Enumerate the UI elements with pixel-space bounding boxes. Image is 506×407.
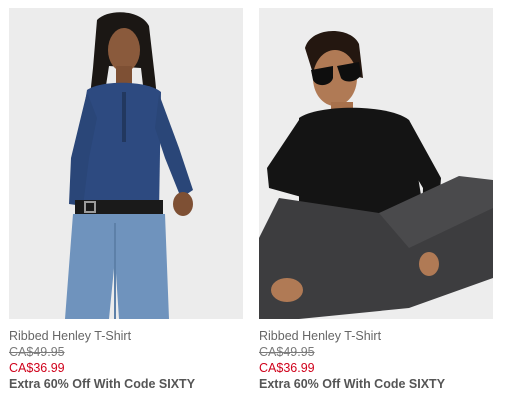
- promo-text: Extra 60% Off With Code SIXTY: [9, 377, 196, 391]
- product-image[interactable]: [9, 8, 243, 319]
- sale-price: CA$36.99: [259, 361, 315, 375]
- original-price: CA$49.95: [259, 345, 315, 359]
- product-card[interactable]: Ribbed Henley T-Shirt CA$49.95 CA$36.99 …: [9, 8, 243, 392]
- sale-price: CA$36.99: [9, 361, 65, 375]
- product-name[interactable]: Ribbed Henley T-Shirt: [259, 328, 493, 344]
- product-image[interactable]: [259, 8, 493, 319]
- product-name[interactable]: Ribbed Henley T-Shirt: [9, 328, 243, 344]
- original-price: CA$49.95: [9, 345, 65, 359]
- promo-text: Extra 60% Off With Code SIXTY: [259, 377, 446, 391]
- product-card[interactable]: Ribbed Henley T-Shirt CA$49.95 CA$36.99 …: [259, 8, 493, 392]
